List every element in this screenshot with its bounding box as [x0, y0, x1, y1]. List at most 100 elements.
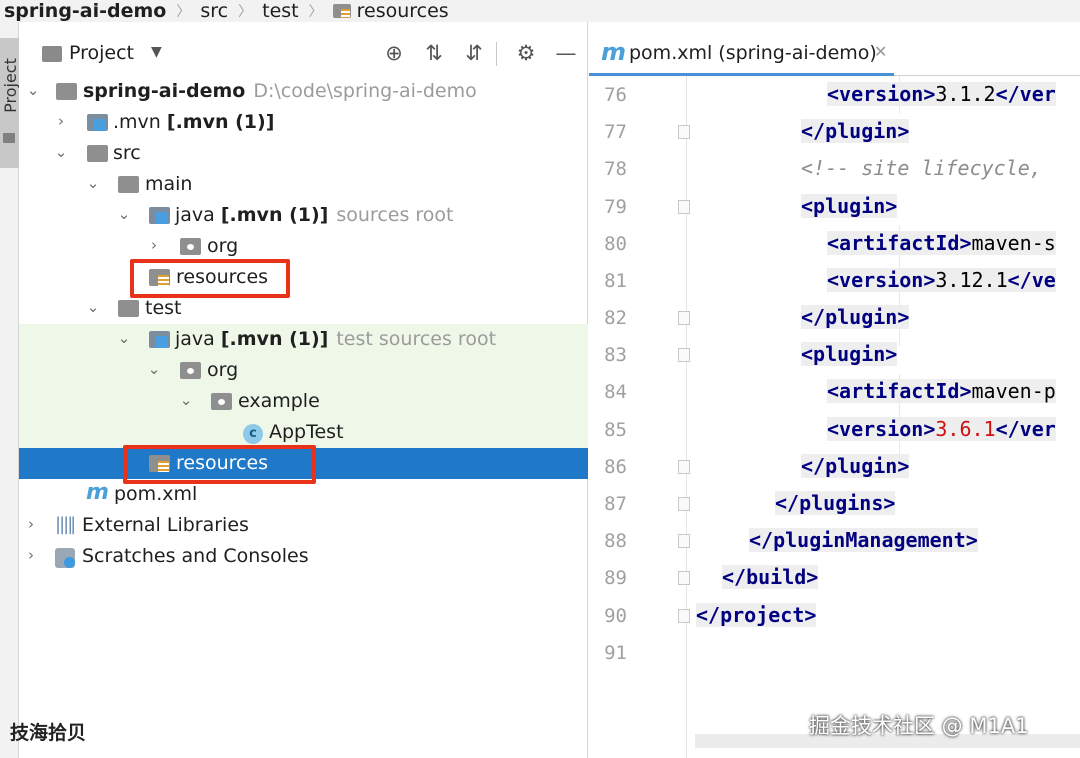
chevron-down-icon[interactable]: ⌄	[84, 298, 102, 316]
tree-item-src[interactable]: ⌄ src	[19, 138, 588, 169]
project-panel: Project ▼ ⊕ ⇅ ⇵ ⚙ — ⌄ spring-ai-demo D:\c…	[19, 22, 588, 758]
tree-item-label: java [.mvn (1)] test sources root	[175, 328, 496, 350]
fold-marker-icon[interactable]	[678, 609, 690, 623]
line-number: 77	[604, 121, 627, 143]
project-tool-label: Project	[0, 58, 20, 113]
class-icon: c	[243, 424, 263, 444]
tree-item-spring-ai-demo[interactable]: ⌄ spring-ai-demo D:\code\spring-ai-demo	[19, 76, 588, 107]
left-tool-strip: Project	[0, 22, 20, 758]
code-line: </build>	[722, 565, 819, 589]
fold-marker-icon[interactable]	[678, 348, 690, 362]
tree-item-external-libraries[interactable]: › |||‖ External Libraries	[19, 510, 588, 541]
root-type-hint: test sources root	[336, 328, 497, 350]
line-number: 87	[604, 493, 627, 515]
tree-item-mvn[interactable]: › .mvn [.mvn (1)]	[19, 107, 588, 138]
editor-tab-bar: m pom.xml (spring-ai-demo) ✕	[589, 32, 1080, 76]
maven-file-icon: m	[86, 480, 109, 505]
tree-item-scratches[interactable]: › Scratches and Consoles	[19, 541, 588, 572]
code-line: </project>	[696, 603, 817, 627]
tree-item-main-org[interactable]: › org	[19, 231, 588, 262]
tree-item-test-org[interactable]: ⌄ org	[19, 355, 588, 386]
code-line: <artifactId>maven-p	[827, 379, 1056, 403]
folder-icon	[87, 114, 108, 131]
tree-item-label: spring-ai-demo D:\code\spring-ai-demo	[83, 80, 477, 102]
module-name: spring-ai-demo	[83, 80, 246, 102]
folder-icon	[118, 176, 139, 193]
line-number: 81	[604, 270, 627, 292]
project-view-selector[interactable]: Project	[69, 42, 134, 64]
expand-all-icon[interactable]: ⇅	[421, 40, 447, 66]
minimize-icon[interactable]: —	[553, 40, 579, 66]
libraries-icon: |||‖	[55, 514, 76, 535]
line-number: 88	[604, 530, 627, 552]
tree-item-apptest[interactable]: c AppTest	[19, 417, 588, 448]
chevron-right-icon[interactable]: ›	[145, 236, 163, 254]
fold-marker-icon[interactable]	[678, 311, 690, 325]
fold-marker-icon[interactable]	[678, 571, 690, 585]
line-number: 80	[604, 233, 627, 255]
tree-item-main[interactable]: ⌄ main	[19, 169, 588, 200]
fold-marker-icon[interactable]	[678, 497, 690, 511]
breadcrumb-separator-icon: 〉	[238, 4, 253, 20]
chevron-right-icon[interactable]: ›	[22, 546, 40, 564]
line-number: 91	[604, 642, 627, 664]
tree-item-label: example	[238, 390, 320, 412]
code-line: <plugin>	[801, 194, 898, 218]
test-source-root-folder-icon	[149, 331, 170, 348]
fold-marker-icon[interactable]	[678, 534, 690, 548]
tree-item-example[interactable]: ⌄ example	[19, 386, 588, 417]
fold-marker-icon[interactable]	[678, 125, 690, 139]
scratches-icon	[55, 548, 75, 568]
breadcrumb-src[interactable]: src	[198, 0, 230, 22]
project-tool-window-tab[interactable]: Project	[0, 38, 20, 168]
locate-icon[interactable]: ⊕	[381, 40, 407, 66]
breadcrumb-project[interactable]: spring-ai-demo	[0, 0, 168, 22]
breadcrumb-separator-icon: 〉	[308, 4, 323, 20]
tree-item-label: AppTest	[269, 421, 344, 443]
breadcrumb-test[interactable]: test	[260, 0, 301, 22]
module-suffix: [.mvn (1)]	[220, 204, 329, 226]
breadcrumb-resources-label: resources	[356, 0, 449, 22]
chevron-down-icon[interactable]: ⌄	[84, 174, 102, 192]
fold-marker-icon[interactable]	[678, 200, 690, 214]
module-path-hint: D:\code\spring-ai-demo	[253, 80, 477, 102]
collapse-all-icon[interactable]: ⇵	[461, 40, 487, 66]
chevron-down-icon[interactable]: ⌄	[177, 391, 195, 409]
folder-icon	[42, 46, 62, 62]
chevron-down-icon[interactable]: ⌄	[145, 360, 163, 378]
tree-item-test[interactable]: ⌄ test	[19, 293, 588, 324]
chevron-down-icon[interactable]: ⌄	[115, 205, 133, 223]
tab-pom-xml[interactable]: m pom.xml (spring-ai-demo) ✕	[589, 32, 894, 76]
tree-item-main-resources[interactable]: resources	[19, 262, 588, 293]
module-folder-icon	[56, 83, 77, 100]
chevron-down-icon[interactable]: ⌄	[24, 81, 42, 99]
line-number: 90	[604, 605, 627, 627]
chevron-down-icon[interactable]: ⌄	[115, 329, 133, 347]
chevron-right-icon[interactable]: ›	[22, 515, 40, 533]
line-number: 83	[604, 344, 627, 366]
module-suffix: [.mvn (1)]	[166, 111, 275, 133]
chevron-down-icon[interactable]: ⌄	[52, 143, 70, 161]
folder-icon	[118, 300, 139, 317]
code-line: </plugin>	[801, 119, 910, 143]
folder-name: .mvn	[113, 111, 161, 133]
folder-icon	[3, 133, 15, 143]
code-line: </plugin>	[801, 454, 910, 478]
close-icon[interactable]: ✕	[874, 42, 887, 61]
tree-item-test-java[interactable]: ⌄ java [.mvn (1)] test sources root	[19, 324, 588, 355]
folder-name: java	[175, 204, 215, 226]
navigation-breadcrumb: spring-ai-demo 〉 src 〉 test 〉 resources	[0, 0, 1080, 22]
code-line: </plugins>	[775, 491, 896, 515]
tree-item-label: pom.xml	[114, 483, 198, 505]
fold-marker-icon[interactable]	[678, 460, 690, 474]
tree-item-main-java[interactable]: ⌄ java [.mvn (1)] sources root	[19, 200, 588, 231]
module-suffix: [.mvn (1)]	[220, 328, 329, 350]
code-line: <plugin>	[801, 342, 898, 366]
chevron-right-icon[interactable]: ›	[52, 112, 70, 130]
gear-icon[interactable]: ⚙	[513, 40, 539, 66]
maven-file-icon: m	[601, 38, 627, 66]
breadcrumb-resources[interactable]: resources	[331, 0, 451, 22]
tree-item-label: test	[145, 297, 182, 319]
annotation-highlight-box	[130, 259, 290, 298]
chevron-down-icon[interactable]: ▼	[151, 44, 162, 60]
